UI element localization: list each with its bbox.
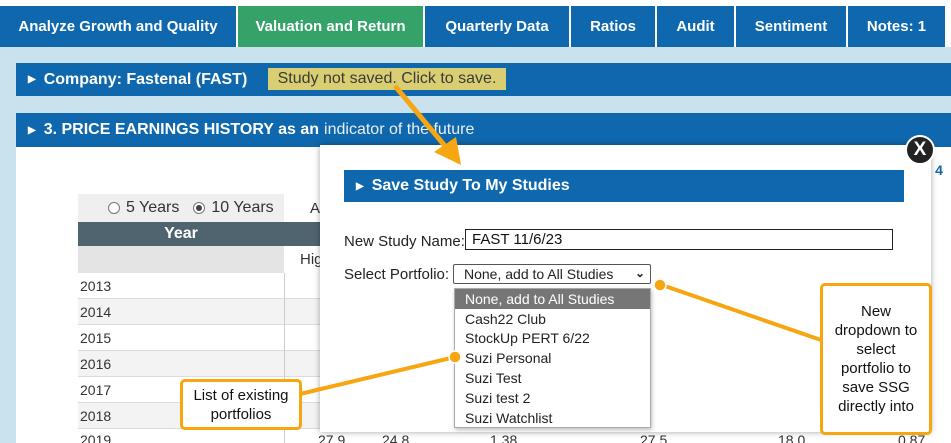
study-name-label: New Study Name: <box>344 233 465 250</box>
radio-5-years-label: 5 Years <box>126 199 180 216</box>
table-row: 2013 <box>78 273 322 299</box>
tab-notes[interactable]: Notes: 1 <box>848 6 945 47</box>
portfolio-option[interactable]: StockUp PERT 6/22 <box>455 329 650 349</box>
tab-audit[interactable]: Audit <box>657 6 734 47</box>
year-cell: 2017 <box>80 381 112 398</box>
table-row-2019: 2019 27.9 24.8 1.38 27.5 18.0 0.87 <box>78 432 951 443</box>
radio-10-years-label: 10 Years <box>211 199 274 216</box>
tab-bar: Analyze Growth and Quality Valuation and… <box>0 0 951 47</box>
value-cell: 18.0 <box>778 432 806 443</box>
tab-quarterly-data[interactable]: Quarterly Data <box>425 6 569 47</box>
year-column-header: Year <box>78 222 284 246</box>
year-cell: 2016 <box>80 355 112 372</box>
company-label: Company: Fastenal (FAST) <box>43 70 248 88</box>
portfolio-dropdown-list: None, add to All Studies Cash22 Club Sto… <box>454 288 651 428</box>
year-cell: 2019 <box>80 432 112 443</box>
table-row: 2014 <box>78 299 322 325</box>
pe-history-section-bar[interactable]: ▶ 3. PRICE EARNINGS HISTORY as an indica… <box>16 113 951 147</box>
pe-history-title: 3. PRICE EARNINGS HISTORY as an <box>43 121 320 138</box>
portfolio-option[interactable]: Suzi Watchlist <box>455 408 650 428</box>
portfolio-select[interactable]: None, add to All Studies ⌄ <box>453 264 651 284</box>
years-selector: 5 Years 10 Years <box>78 194 284 222</box>
table-row: 2016 <box>78 351 322 377</box>
pe-history-subtitle: indicator of the future <box>324 121 475 138</box>
callout-existing-portfolios: List of existing portfolios <box>180 379 302 430</box>
radio-10-years[interactable] <box>193 202 206 214</box>
year-cell: 2015 <box>80 329 112 346</box>
year-cell: 2013 <box>80 277 112 294</box>
value-cell: 24.8 <box>382 432 410 443</box>
portfolio-option[interactable]: Cash22 Club <box>455 309 650 329</box>
radio-5-years[interactable] <box>108 202 120 214</box>
tab-ratios[interactable]: Ratios <box>571 6 655 47</box>
value-cell: 1.38 <box>490 432 518 443</box>
portfolio-option[interactable]: Suzi test 2 <box>455 388 650 408</box>
portfolio-option[interactable]: None, add to All Studies <box>455 289 650 309</box>
column-header-partial: A <box>310 200 321 217</box>
dialog-title: Save Study To My Studies <box>371 177 570 194</box>
tab-sentiment[interactable]: Sentiment <box>736 6 846 47</box>
caret-right-icon: ▶ <box>356 180 364 192</box>
close-dialog-button[interactable]: X <box>905 135 935 165</box>
portfolio-select-value: None, add to All Studies <box>464 266 614 282</box>
chevron-down-icon: ⌄ <box>634 266 645 280</box>
blank-row <box>78 246 284 273</box>
dialog-title-bar: ▶ Save Study To My Studies <box>344 170 904 202</box>
caret-right-icon: ▶ <box>28 124 36 136</box>
value-cell: 27.9 <box>318 432 346 443</box>
portfolio-option[interactable]: Suzi Test <box>455 368 650 388</box>
caret-right-icon: ▶ <box>28 74 36 85</box>
table-row: 2015 <box>78 325 322 351</box>
callout-new-dropdown: New dropdown to select portfolio to save… <box>820 283 932 435</box>
header-cell <box>284 222 322 246</box>
value-cell: 27.5 <box>640 432 668 443</box>
tab-valuation-return[interactable]: Valuation and Return <box>238 6 423 47</box>
portfolio-option[interactable]: Suzi Personal <box>455 348 650 368</box>
year-cell: 2018 <box>80 407 112 424</box>
study-name-input[interactable] <box>465 229 893 250</box>
tab-analyze-growth[interactable]: Analyze Growth and Quality <box>0 6 236 47</box>
year-cell: 2014 <box>80 303 112 320</box>
save-study-notice[interactable]: Study not saved. Click to save. <box>268 68 506 90</box>
portfolio-label: Select Portfolio: <box>344 266 450 283</box>
